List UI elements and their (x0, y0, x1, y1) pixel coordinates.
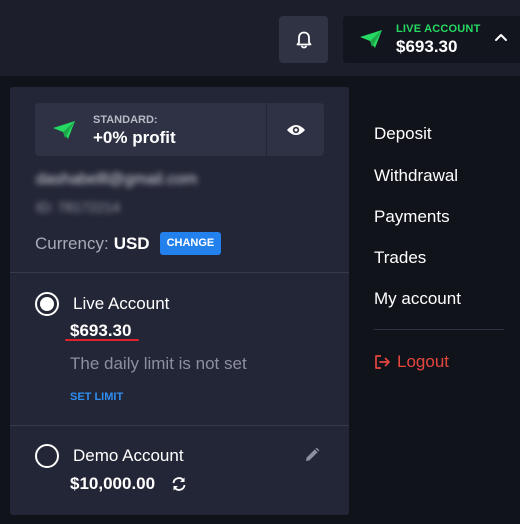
paper-plane-icon (53, 121, 75, 139)
live-account-balance: $693.30 (70, 321, 132, 340)
menu-divider (374, 329, 504, 330)
eye-icon (286, 124, 305, 135)
divider (10, 425, 349, 426)
account-switcher-button[interactable]: LIVE ACCOUNT $693.30 (343, 16, 520, 63)
menu-item-my-account[interactable]: My account (374, 289, 461, 309)
menu-item-deposit[interactable]: Deposit (374, 124, 432, 144)
user-email: dashabelll@gmail.com (36, 171, 198, 188)
user-id: ID: 78172214 (36, 199, 121, 215)
menu-item-payments[interactable]: Payments (374, 207, 450, 227)
account-card: STANDARD: +0% profit dashabelll@gmail.co… (10, 87, 349, 515)
demo-account-radio[interactable] (35, 444, 59, 468)
paper-plane-icon (360, 30, 382, 48)
logout-label: Logout (397, 352, 449, 371)
change-currency-button[interactable]: CHANGE (159, 232, 222, 255)
currency-row: Currency: USD CHANGE (35, 232, 222, 255)
account-dropdown: STANDARD: +0% profit dashabelll@gmail.co… (0, 76, 520, 524)
refresh-icon[interactable] (170, 476, 188, 492)
currency-value: USD (113, 233, 150, 253)
daily-limit-status: The daily limit is not set (70, 354, 247, 373)
demo-account-balance: $10,000.00 (70, 474, 156, 493)
account-balance: $693.30 (396, 37, 458, 56)
plan-tier: STANDARD: (93, 114, 158, 126)
logout-icon (375, 355, 390, 369)
demo-account-name: Demo Account (73, 446, 184, 465)
bell-icon (296, 31, 311, 49)
menu-item-withdrawal[interactable]: Withdrawal (374, 166, 458, 186)
live-account-radio[interactable] (35, 292, 59, 316)
currency-label: Currency: (35, 233, 109, 253)
toggle-visibility-button[interactable] (267, 103, 324, 156)
plan-profit: +0% profit (93, 128, 176, 147)
balance-underline (65, 339, 139, 341)
edit-pencil-icon[interactable] (304, 447, 320, 463)
menu-item-trades[interactable]: Trades (374, 248, 426, 268)
divider (10, 272, 349, 273)
chevron-up-icon (495, 34, 507, 41)
top-bar: LIVE ACCOUNT $693.30 (0, 0, 520, 76)
set-limit-link[interactable]: SET LIMIT (70, 391, 123, 403)
live-account-name: Live Account (73, 294, 170, 313)
account-type-label: LIVE ACCOUNT (396, 23, 481, 35)
logout-button[interactable]: Logout (374, 352, 449, 372)
notifications-button[interactable] (279, 16, 328, 63)
plan-status[interactable]: STANDARD: +0% profit (35, 103, 266, 156)
